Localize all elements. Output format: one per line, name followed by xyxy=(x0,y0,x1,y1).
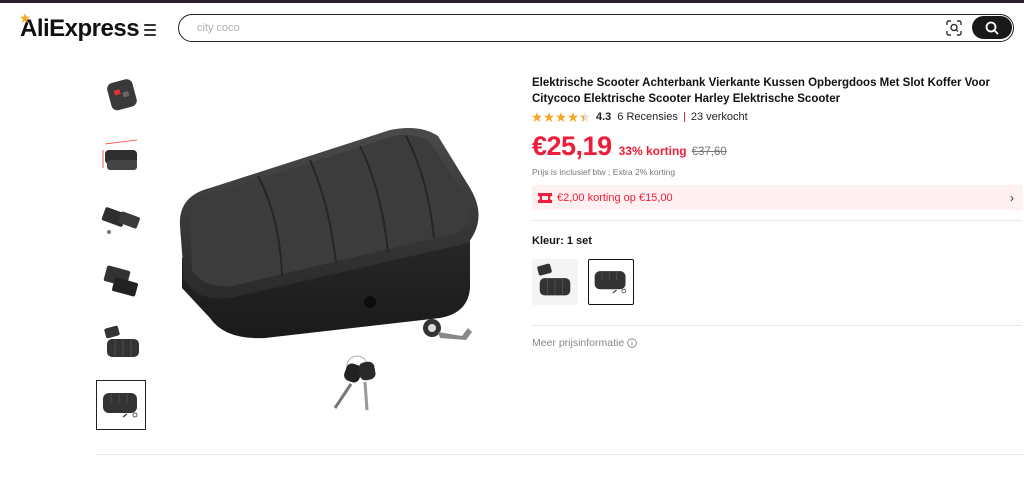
image-search-icon[interactable] xyxy=(946,20,962,36)
thumbnail-3[interactable] xyxy=(96,195,146,245)
menu-icon[interactable] xyxy=(144,24,156,36)
search-button[interactable] xyxy=(972,16,1012,39)
main-product-image[interactable] xyxy=(170,118,490,438)
remote-control-icon xyxy=(107,79,137,111)
coupon-banner[interactable]: €2,00 korting op €15,00 › xyxy=(532,185,1022,210)
color-option-2[interactable] xyxy=(588,259,634,305)
original-price: €37,60 xyxy=(691,146,727,158)
thumbnail-4[interactable] xyxy=(96,257,146,307)
more-price-info-label: Meer prijsinformatie xyxy=(532,337,625,349)
rating-stars[interactable] xyxy=(532,112,590,122)
discount-badge: 33% korting xyxy=(618,144,687,158)
reviews-link[interactable]: 6 Recensies xyxy=(617,111,678,123)
top-border xyxy=(0,0,1024,3)
thumbnail-6[interactable] xyxy=(96,380,146,430)
star-filled-icon xyxy=(532,112,542,122)
box-and-cushion-icon xyxy=(537,263,571,296)
price-row: €25,19 33% korting €37,60 xyxy=(532,131,727,162)
info-icon xyxy=(627,338,637,348)
aliexpress-logo[interactable]: AliExpress xyxy=(20,13,140,43)
box-open-icon xyxy=(101,207,140,234)
thumbnail-1[interactable] xyxy=(96,70,146,120)
search-icon xyxy=(985,21,999,34)
search-input[interactable] xyxy=(197,20,897,36)
search-bar xyxy=(178,14,1014,42)
box-with-keys-icon xyxy=(103,393,138,418)
color-label: Kleur: 1 set xyxy=(532,235,592,247)
more-price-info-link[interactable]: Meer prijsinformatie xyxy=(532,337,637,349)
rating-separator xyxy=(683,112,685,122)
box-with-keys-icon xyxy=(594,271,626,294)
divider xyxy=(532,220,1022,221)
sold-count: 23 verkocht xyxy=(690,111,748,123)
coupon-ticket-icon xyxy=(538,192,552,203)
chevron-right-icon: › xyxy=(1010,191,1014,205)
tax-note: Prijs is inclusief btw ; Extra 2% kortin… xyxy=(532,167,676,177)
box-open-inside-icon xyxy=(103,265,138,297)
product-title: Elektrische Scooter Achterbank Vierkante… xyxy=(532,77,990,105)
star-partial-icon xyxy=(580,112,590,122)
coupon-label: €2,00 korting op €15,00 xyxy=(557,191,673,204)
rating-row: 4.3 6 Recensies 23 verkocht xyxy=(532,111,748,123)
box-dimensions-icon xyxy=(102,139,138,170)
logo-text: AliExpress xyxy=(20,15,140,42)
current-price: €25,19 xyxy=(532,131,612,161)
thumbnail-2[interactable] xyxy=(96,131,146,181)
logo-star-icon xyxy=(20,13,30,23)
star-filled-icon xyxy=(556,112,566,122)
star-filled-icon xyxy=(544,112,554,122)
divider xyxy=(532,325,1022,326)
bottom-divider xyxy=(96,454,1024,455)
color-option-1[interactable] xyxy=(532,259,578,305)
thumbnail-5[interactable] xyxy=(96,318,146,368)
rating-score: 4.3 xyxy=(596,111,612,123)
star-filled-icon xyxy=(568,112,578,122)
box-and-cushion-icon xyxy=(104,325,139,357)
